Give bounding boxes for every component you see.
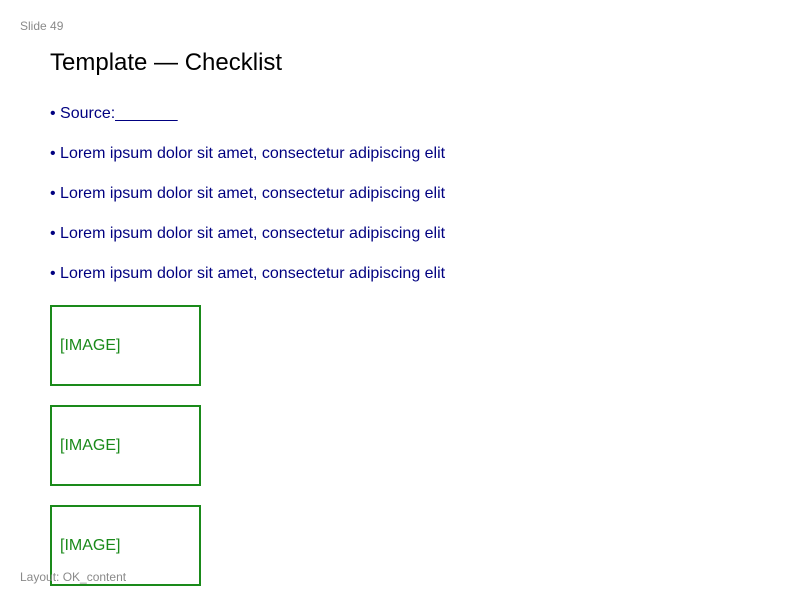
layout-label: Layout: OK_content — [20, 570, 127, 584]
bullet-item: • Lorem ipsum dolor sit amet, consectetu… — [50, 265, 446, 282]
bullet-item-source: • Source:_______ — [50, 105, 178, 122]
bullet-list: • Source:_______ • Lorem ipsum dolor sit… — [50, 104, 445, 304]
image-placeholder-label: [IMAGE] — [60, 436, 121, 454]
bullet-item: • Lorem ipsum dolor sit amet, consectetu… — [50, 185, 446, 202]
image-placeholder-label: [IMAGE] — [60, 336, 121, 354]
bullet-item: • Lorem ipsum dolor sit amet, consectetu… — [50, 225, 446, 242]
image-placeholder-label: [IMAGE] — [60, 536, 121, 554]
bullet-item: • Lorem ipsum dolor sit amet, consectetu… — [50, 145, 446, 162]
image-placeholder: [IMAGE] — [50, 305, 201, 386]
slide-title: Template — Checklist — [50, 49, 283, 76]
image-placeholder-stack: [IMAGE] [IMAGE] [IMAGE] — [50, 305, 201, 605]
image-placeholder: [IMAGE] — [50, 405, 201, 486]
slide-number: Slide 49 — [20, 19, 64, 33]
